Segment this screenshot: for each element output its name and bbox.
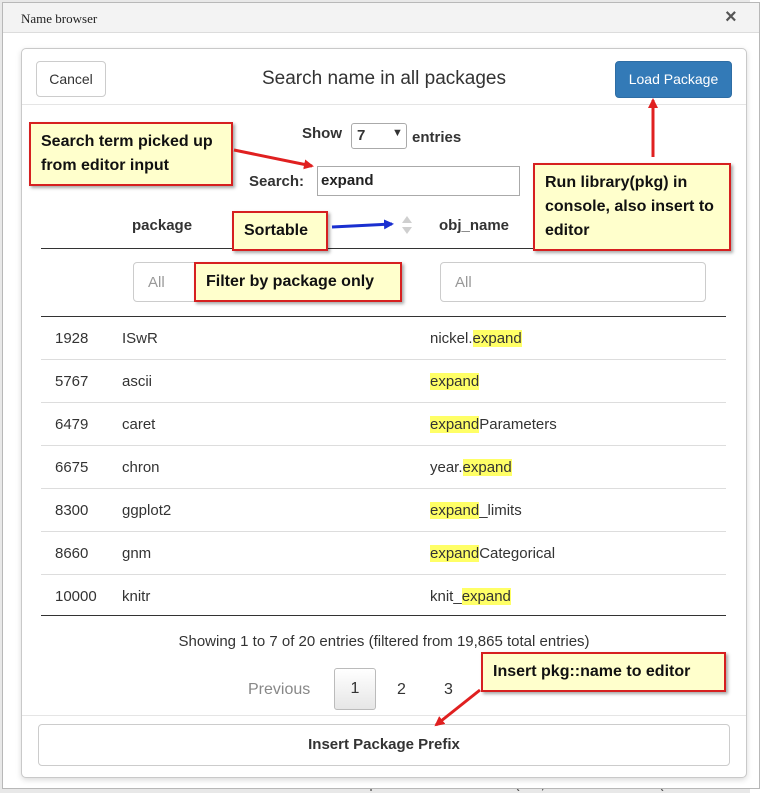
cell-package: ggplot2 bbox=[122, 502, 172, 519]
search-label: Search: bbox=[249, 173, 305, 190]
callout-sortable: Sortable bbox=[232, 211, 328, 251]
cell-obj-name: expand_limits bbox=[430, 502, 522, 519]
search-input[interactable]: expand bbox=[317, 166, 520, 196]
callout-run-library: Run library(pkg) in console, also insert… bbox=[533, 163, 731, 251]
pagination-page-1[interactable]: 1 bbox=[334, 668, 376, 710]
table-info: Showing 1 to 7 of 20 entries (filtered f… bbox=[178, 633, 590, 650]
cell-obj-name: nickel.expand bbox=[430, 330, 522, 347]
callout-search-term: Search term picked up from editor input bbox=[29, 122, 233, 186]
close-icon[interactable]: × bbox=[725, 6, 737, 29]
load-package-button[interactable]: Load Package bbox=[615, 61, 732, 98]
entries-per-page-value: 7 bbox=[357, 127, 366, 144]
package-filter-placeholder: All bbox=[148, 274, 165, 291]
cell-obj-name: expand bbox=[430, 373, 480, 390]
cell-id: 8300 bbox=[55, 502, 89, 519]
cell-package: ascii bbox=[122, 373, 153, 390]
table-row[interactable]: 10000 knitr knit_expand bbox=[41, 575, 726, 618]
table-row[interactable]: 6675 chron year.expand bbox=[41, 446, 726, 489]
cell-package: gnm bbox=[122, 545, 152, 562]
sort-icon[interactable] bbox=[401, 214, 413, 236]
column-header-package[interactable]: package bbox=[132, 217, 192, 234]
table-bottom-border bbox=[41, 615, 726, 616]
obj-name-filter-placeholder: All bbox=[455, 274, 472, 291]
search-input-value: expand bbox=[321, 172, 374, 189]
cell-obj-name: expandCategorical bbox=[430, 545, 556, 562]
callout-filter-package: Filter by package only bbox=[194, 262, 402, 302]
cell-package: chron bbox=[122, 459, 160, 476]
modal-header: Cancel Search name in all packages Load … bbox=[22, 49, 746, 105]
cell-id: 6479 bbox=[55, 416, 89, 433]
table-row[interactable]: 8660 gnm expandCategorical bbox=[41, 532, 726, 575]
titlebar: Name browser × bbox=[3, 3, 759, 33]
cell-package: ISwR bbox=[122, 330, 158, 347]
show-label: Show bbox=[302, 125, 342, 142]
table-row[interactable]: 1928 ISwR nickel.expand bbox=[41, 317, 726, 360]
cell-id: 6675 bbox=[55, 459, 89, 476]
column-header-obj-name[interactable]: obj_name bbox=[439, 217, 509, 234]
cell-package: caret bbox=[122, 416, 156, 433]
chevron-down-icon: ▼ bbox=[392, 127, 403, 139]
cell-obj-name: year.expand bbox=[430, 459, 512, 476]
pagination-page-2[interactable]: 2 bbox=[397, 681, 406, 699]
entries-label: entries bbox=[412, 129, 462, 146]
insert-package-prefix-button[interactable]: Insert Package Prefix bbox=[38, 724, 730, 766]
cell-id: 10000 bbox=[55, 588, 97, 605]
table-row[interactable]: 5767 ascii expand bbox=[41, 360, 726, 403]
cell-id: 5767 bbox=[55, 373, 89, 390]
callout-insert-name: Insert pkg::name to editor bbox=[481, 652, 726, 692]
modal-footer-divider bbox=[22, 715, 746, 716]
cell-id: 1928 bbox=[55, 330, 89, 347]
cell-id: 8660 bbox=[55, 545, 89, 562]
pagination-page-3[interactable]: 3 bbox=[444, 681, 453, 699]
pagination-previous[interactable]: Previous bbox=[248, 681, 310, 699]
table-row[interactable]: 8300 ggplot2 expand_limits bbox=[41, 489, 726, 532]
table-row[interactable]: 6479 caret expandParameters bbox=[41, 403, 726, 446]
window-title: Name browser bbox=[21, 11, 98, 26]
cell-obj-name: knit_expand bbox=[430, 588, 511, 605]
cell-package: knitr bbox=[122, 588, 151, 605]
cell-obj-name: expandParameters bbox=[430, 416, 557, 433]
obj-name-filter-input[interactable]: All bbox=[440, 262, 706, 302]
entries-per-page-select[interactable]: 7 ▼ bbox=[351, 123, 407, 149]
